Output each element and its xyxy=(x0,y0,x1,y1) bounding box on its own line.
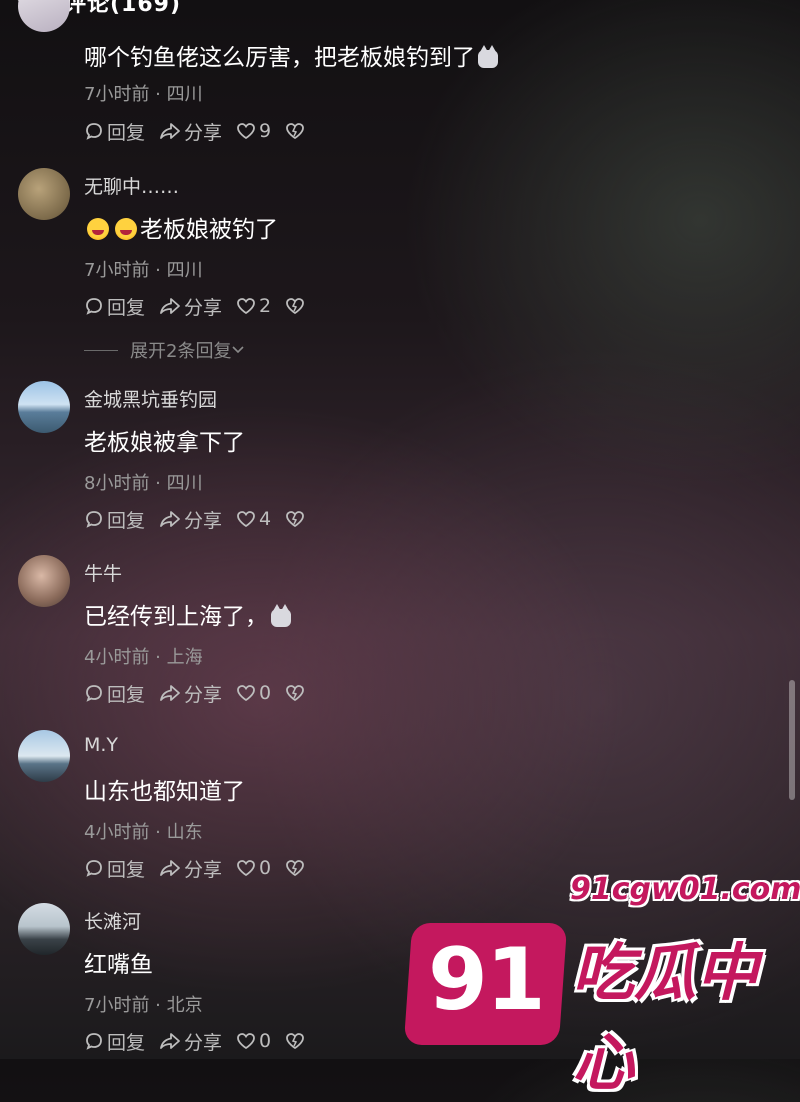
comment-meta: 4小时前 · 山东 xyxy=(84,822,203,843)
heart-icon xyxy=(237,1033,255,1050)
reply-button[interactable]: 回复 xyxy=(84,680,145,707)
scrollbar[interactable] xyxy=(789,680,795,800)
laugh-emoji-icon xyxy=(87,218,109,240)
cat-emoji-icon xyxy=(478,45,498,68)
comment-meta: 8小时前 · 四川 xyxy=(84,473,203,494)
share-icon xyxy=(160,123,180,139)
cat-emoji-icon xyxy=(271,604,291,627)
broken-heart-icon xyxy=(286,123,305,140)
share-button[interactable]: 分享 xyxy=(159,1028,222,1055)
reply-button[interactable]: 回复 xyxy=(84,293,145,320)
comment-author[interactable]: 无聊中…… xyxy=(84,172,179,199)
comment-actions: 回复 分享 0 xyxy=(84,679,322,707)
dislike-button[interactable] xyxy=(285,297,308,315)
reply-icon xyxy=(86,860,102,877)
comment-actions: 回复 分享 9 xyxy=(84,117,322,145)
watermark-number: 91 xyxy=(428,930,546,1030)
laugh-emoji-icon xyxy=(115,218,137,240)
reply-button[interactable]: 回复 xyxy=(84,855,145,882)
dislike-button[interactable] xyxy=(285,510,308,528)
comment-author[interactable]: 金城黑坑垂钓园 xyxy=(84,385,217,412)
comment-actions: 回复 分享 4 xyxy=(84,505,322,533)
avatar[interactable] xyxy=(18,730,70,782)
comment-author[interactable]: 长滩河 xyxy=(84,907,141,934)
reply-icon xyxy=(86,123,102,140)
comment-text: 已经传到上海了， xyxy=(84,597,294,631)
comment-item: 牛牛 已经传到上海了， 4小时前 · 上海 回复 分享 0 xyxy=(0,555,800,715)
comment-text: 山东也都知道了 xyxy=(84,779,245,805)
avatar[interactable] xyxy=(18,555,70,607)
broken-heart-icon xyxy=(286,860,305,877)
dislike-button[interactable] xyxy=(285,122,308,140)
heart-icon xyxy=(237,123,255,140)
comment-item: M.Y 山东也都知道了 4小时前 · 山东 回复 分享 0 xyxy=(0,730,800,890)
share-button[interactable]: 分享 xyxy=(159,293,222,320)
share-icon xyxy=(160,1033,180,1049)
reply-icon xyxy=(86,685,102,702)
comment-actions: 回复 分享 0 xyxy=(84,854,322,882)
watermark-url: 91cgw01.com xyxy=(570,872,800,907)
divider xyxy=(84,349,118,351)
comment-author[interactable]: 牛牛 xyxy=(84,559,122,586)
like-button[interactable]: 9 xyxy=(236,120,271,142)
comment-author[interactable]: M.Y xyxy=(84,734,118,756)
heart-icon xyxy=(237,685,255,702)
like-count: 0 xyxy=(259,857,272,879)
like-button[interactable]: 0 xyxy=(236,1030,271,1052)
reply-icon xyxy=(86,298,102,315)
like-count: 4 xyxy=(259,508,272,530)
avatar[interactable] xyxy=(18,903,70,955)
reply-button[interactable]: 回复 xyxy=(84,118,145,145)
comment-item: 金城黑坑垂钓园 老板娘被拿下了 8小时前 · 四川 回复 分享 4 xyxy=(0,381,800,541)
comment-meta: 7小时前 · 四川 xyxy=(84,84,203,105)
avatar[interactable] xyxy=(18,0,70,32)
comment-actions: 回复 分享 0 xyxy=(84,1027,322,1055)
dislike-button[interactable] xyxy=(285,684,308,702)
comment-meta: 4小时前 · 上海 xyxy=(84,647,203,668)
avatar[interactable] xyxy=(18,381,70,433)
dislike-button[interactable] xyxy=(285,1032,308,1050)
like-button[interactable]: 0 xyxy=(236,682,271,704)
reply-icon xyxy=(86,511,102,528)
comment-meta: 7小时前 · 四川 xyxy=(84,260,203,281)
share-icon xyxy=(160,860,180,876)
like-button[interactable]: 4 xyxy=(236,508,271,530)
broken-heart-icon xyxy=(286,685,305,702)
share-button[interactable]: 分享 xyxy=(159,855,222,882)
like-button[interactable]: 2 xyxy=(236,295,271,317)
heart-icon xyxy=(237,511,255,528)
share-button[interactable]: 分享 xyxy=(159,506,222,533)
broken-heart-icon xyxy=(286,298,305,315)
reply-button[interactable]: 回复 xyxy=(84,506,145,533)
broken-heart-icon xyxy=(286,1033,305,1050)
comment-text: 老板娘被钓了 xyxy=(84,210,278,244)
reply-button[interactable]: 回复 xyxy=(84,1028,145,1055)
comment-item: 无聊中…… 老板娘被钓了 7小时前 · 四川 回复 分享 2 xyxy=(0,168,800,328)
share-icon xyxy=(160,685,180,701)
like-count: 0 xyxy=(259,682,272,704)
expand-replies-button[interactable]: 展开2条回复 xyxy=(84,337,245,363)
avatar[interactable] xyxy=(18,168,70,220)
share-icon xyxy=(160,298,180,314)
heart-icon xyxy=(237,860,255,877)
comment-meta: 7小时前 · 北京 xyxy=(84,995,203,1016)
comment-text: 哪个钓鱼佬这么厉害，把老板娘钓到了 xyxy=(84,38,501,72)
dislike-button[interactable] xyxy=(285,859,308,877)
comment-item: 哪个钓鱼佬这么厉害，把老板娘钓到了 7小时前 · 四川 回复 分享 9 xyxy=(0,0,800,144)
comment-text: 红嘴鱼 xyxy=(84,952,153,978)
like-count: 2 xyxy=(259,295,272,317)
share-button[interactable]: 分享 xyxy=(159,680,222,707)
chevron-down-icon xyxy=(232,346,245,354)
watermark-name: 吃瓜中心 xyxy=(572,936,759,1099)
like-count: 0 xyxy=(259,1030,272,1052)
broken-heart-icon xyxy=(286,511,305,528)
comment-text: 老板娘被拿下了 xyxy=(84,430,245,456)
comment-actions: 回复 分享 2 xyxy=(84,292,322,320)
reply-icon xyxy=(86,1033,102,1050)
heart-icon xyxy=(237,298,255,315)
like-count: 9 xyxy=(259,120,272,142)
share-button[interactable]: 分享 xyxy=(159,118,222,145)
share-icon xyxy=(160,511,180,527)
like-button[interactable]: 0 xyxy=(236,857,271,879)
